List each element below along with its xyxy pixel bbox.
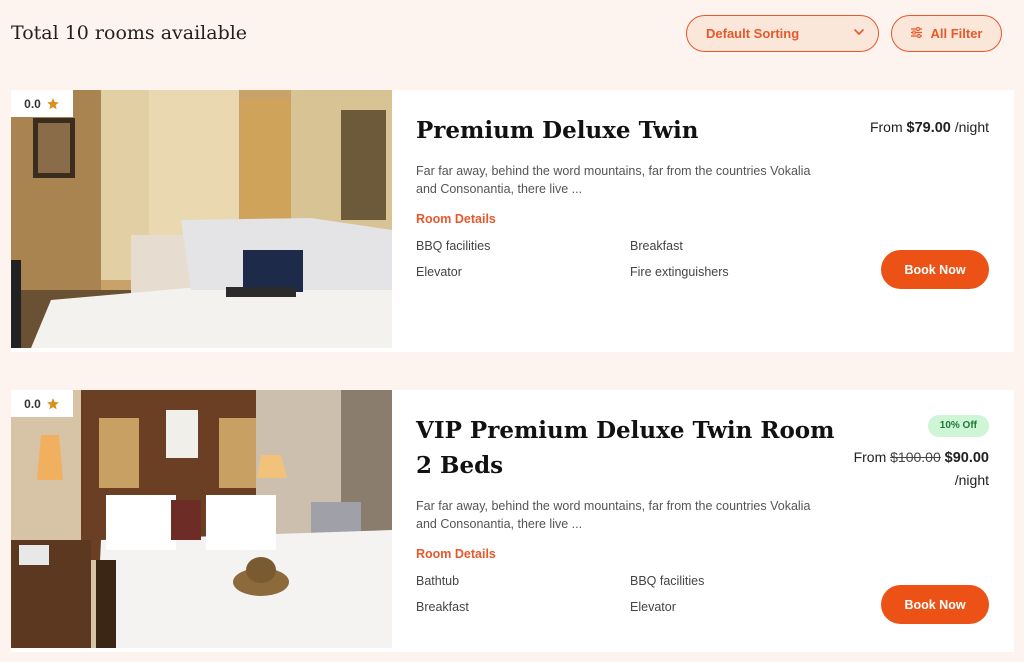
rating-value: 0.0 [24, 396, 41, 411]
sliders-icon [910, 26, 923, 42]
amenity-item: BBQ facilities [416, 239, 491, 253]
all-filter-button[interactable]: All Filter [891, 15, 1002, 52]
price-prefix: From [853, 449, 887, 465]
price-line: From $79.00 /night [789, 116, 989, 139]
price-prefix: From [869, 119, 903, 135]
sort-label: Default Sorting [706, 26, 800, 41]
room-details-heading: Room Details [416, 547, 496, 561]
book-now-button[interactable]: Book Now [881, 585, 989, 624]
star-icon [46, 97, 60, 111]
room-description: Far far away, behind the word mountains,… [416, 499, 811, 531]
results-count: Total 10 rooms available [11, 22, 248, 44]
price-value: $90.00 [944, 450, 989, 466]
room-details-heading: Room Details [416, 212, 496, 226]
room-description: Far far away, behind the word mountains,… [416, 164, 811, 196]
room-card: 0.0 Premium Deluxe Twin Far far away, be… [11, 90, 1014, 352]
price-block: 10% Off From $100.00 $90.00 /night [789, 415, 989, 491]
discount-badge: 10% Off [927, 415, 989, 437]
price-unit: /night [954, 472, 989, 488]
price-line: From $100.00 $90.00 [789, 446, 989, 469]
rating-badge: 0.0 [11, 90, 73, 117]
room-photo[interactable]: 0.0 [11, 90, 392, 348]
amenity-item: Breakfast [630, 239, 683, 253]
filter-label: All Filter [930, 26, 983, 41]
results-toolbar: Total 10 rooms available Default Sorting… [0, 0, 1024, 70]
old-price: $100.00 [890, 449, 941, 465]
amenity-list: Bathtub BBQ facilities Breakfast Elevato… [416, 574, 836, 614]
room-card: 0.0 VIP Premium Deluxe Twin Room 2 Beds … [11, 390, 1014, 652]
amenity-item: Fire extinguishers [630, 265, 729, 279]
room-info: Premium Deluxe Twin Far far away, behind… [416, 90, 836, 279]
amenity-item: Elevator [416, 265, 462, 279]
book-now-button[interactable]: Book Now [881, 250, 989, 289]
star-icon [46, 397, 60, 411]
amenity-item: BBQ facilities [630, 574, 705, 588]
room-title[interactable]: VIP Premium Deluxe Twin Room 2 Beds [416, 413, 836, 483]
price-unit: /night [954, 119, 989, 135]
amenity-item: Elevator [630, 600, 676, 614]
price-value: $79.00 [906, 120, 951, 136]
price-block: From $79.00 /night [789, 116, 989, 139]
room-title[interactable]: Premium Deluxe Twin [416, 113, 836, 148]
rating-value: 0.0 [24, 96, 41, 111]
sort-dropdown[interactable]: Default Sorting [686, 15, 879, 52]
amenity-list: BBQ facilities Breakfast Elevator Fire e… [416, 239, 836, 279]
chevron-down-icon [852, 25, 866, 42]
amenity-item: Breakfast [416, 600, 469, 614]
amenity-item: Bathtub [416, 574, 460, 588]
rating-badge: 0.0 [11, 390, 73, 417]
room-info: VIP Premium Deluxe Twin Room 2 Beds Far … [416, 390, 836, 614]
room-photo[interactable]: 0.0 [11, 390, 392, 648]
